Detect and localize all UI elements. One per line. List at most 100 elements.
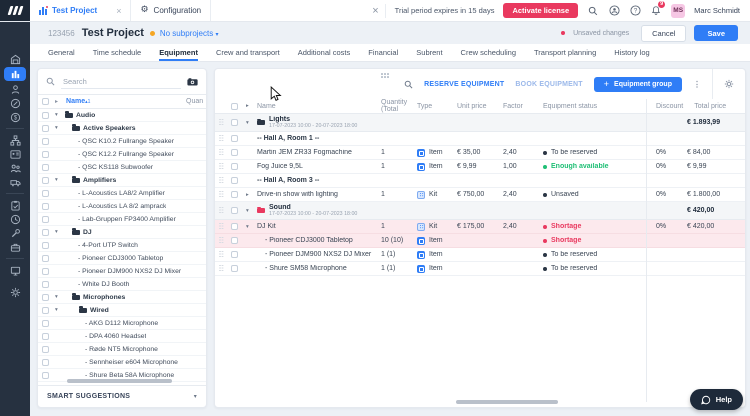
row-checkbox[interactable] xyxy=(231,119,238,126)
row-checkbox[interactable] xyxy=(42,151,49,158)
row-checkbox[interactable] xyxy=(231,135,238,142)
unit-price-column-header[interactable]: Unit price xyxy=(455,103,501,110)
crew-planner-icon[interactable] xyxy=(4,162,26,174)
tab-financial[interactable]: Financial xyxy=(368,44,398,61)
table-row[interactable]: ▾DJ Kit1Kit€ 175,002,40Shortage0%€ 420,0… xyxy=(215,220,745,234)
time-registration-icon[interactable] xyxy=(4,213,26,225)
row-checkbox[interactable] xyxy=(231,251,238,258)
tab-history-log[interactable]: History log xyxy=(614,44,649,61)
select-all-checkbox[interactable] xyxy=(42,98,49,105)
name-column-header[interactable]: Name xyxy=(66,98,85,105)
tasks-icon[interactable] xyxy=(4,199,26,211)
tab-equipment[interactable]: Equipment xyxy=(159,44,198,61)
row-checkbox[interactable] xyxy=(42,320,49,327)
chevron-down-icon[interactable]: ▾ xyxy=(55,112,65,118)
chevron-down-icon[interactable]: ▾ xyxy=(55,177,65,183)
row-checkbox[interactable] xyxy=(42,333,49,340)
close-icon[interactable]: × xyxy=(366,4,385,18)
quantity-column-header[interactable]: Quantity (Total xyxy=(373,99,417,113)
factor-column-header[interactable]: Factor xyxy=(501,103,539,110)
tree-item-row[interactable]: - Pioneer DJM900 NXS2 DJ Mixer xyxy=(38,265,206,278)
scanner-icon[interactable] xyxy=(187,78,198,86)
close-tab-icon[interactable]: × xyxy=(116,6,121,16)
tree-item-row[interactable]: - QSC KS118 Subwoofer xyxy=(38,161,206,174)
row-checkbox[interactable] xyxy=(231,265,238,272)
row-checkbox[interactable] xyxy=(42,138,49,145)
expand-all-icon[interactable]: ▸ xyxy=(243,103,257,109)
table-row[interactable]: ▾Lights17-07-2023 10:00 - 20-07-2023 18:… xyxy=(215,114,745,132)
table-row[interactable]: Fog Juice 9,5L1Item€ 9,991,00Enough avai… xyxy=(215,160,745,174)
horizontal-scrollbar[interactable] xyxy=(456,400,558,404)
discount-column-header[interactable]: Discount xyxy=(644,103,683,110)
tree-item-row[interactable]: - White DJ Booth xyxy=(38,278,206,291)
tree-item-row[interactable]: - QSC K12.2 Fullrange Speaker xyxy=(38,148,206,161)
window-tab-project[interactable]: Test Project × xyxy=(30,0,131,21)
row-checkbox[interactable] xyxy=(231,207,238,214)
status-column-header[interactable]: Equipment status xyxy=(539,103,644,110)
jobs-icon[interactable] xyxy=(4,241,26,253)
bell-icon[interactable]: 9 xyxy=(650,5,662,17)
row-checkbox[interactable] xyxy=(231,163,238,170)
row-checkbox[interactable] xyxy=(42,229,49,236)
cancel-button[interactable]: Cancel xyxy=(641,25,686,42)
tree-folder-row[interactable]: ▾Microphones xyxy=(38,291,206,304)
table-row[interactable]: Martin JEM ZR33 Fogmachine1Item€ 35,002,… xyxy=(215,146,745,160)
tree-item-row[interactable]: - Pioneer CDJ3000 Tabletop xyxy=(38,252,206,265)
row-checkbox[interactable] xyxy=(42,190,49,197)
chevron-down-icon[interactable]: ▾ xyxy=(55,125,65,131)
tab-additional-costs[interactable]: Additional costs xyxy=(298,44,351,61)
row-checkbox[interactable] xyxy=(231,149,238,156)
tree-item-row[interactable]: - Lab-Gruppen FP3400 Amplifier xyxy=(38,213,206,226)
total-price-column-header[interactable]: Total price xyxy=(683,103,745,110)
tab-general[interactable]: General xyxy=(48,44,75,61)
chevron-down-icon[interactable]: ▾ xyxy=(243,120,257,126)
help-icon[interactable]: ? xyxy=(629,5,641,17)
projects-icon[interactable] xyxy=(4,67,26,81)
chevron-down-icon[interactable]: ▾ xyxy=(243,208,257,214)
row-checkbox[interactable] xyxy=(231,237,238,244)
tree-item-row[interactable]: - AKG D112 Microphone xyxy=(38,317,206,330)
name-column-header[interactable]: Name xyxy=(257,103,373,110)
search-icon[interactable] xyxy=(404,80,413,89)
row-checkbox[interactable] xyxy=(42,307,49,314)
row-checkbox[interactable] xyxy=(42,359,49,366)
row-checkbox[interactable] xyxy=(42,177,49,184)
tab-transport-planning[interactable]: Transport planning xyxy=(534,44,596,61)
panel-drag-handle[interactable] xyxy=(381,73,391,79)
row-checkbox[interactable] xyxy=(42,372,49,379)
tree-folder-row[interactable]: ▾Wired xyxy=(38,304,206,317)
transport-icon[interactable] xyxy=(4,176,26,188)
horizontal-scrollbar[interactable] xyxy=(67,379,172,383)
tree-item-row[interactable]: - 4-Port UTP Switch xyxy=(38,239,206,252)
row-checkbox[interactable] xyxy=(231,191,238,198)
warehouse-icon[interactable] xyxy=(4,53,26,65)
chevron-down-icon[interactable]: ▾ xyxy=(55,294,65,300)
tree-folder-row[interactable]: ▾Audio xyxy=(38,109,206,122)
reserve-equipment-button[interactable]: RESERVE EQUIPMENT xyxy=(424,81,504,88)
row-checkbox[interactable] xyxy=(42,203,49,210)
row-checkbox[interactable] xyxy=(42,112,49,119)
window-tab-configuration[interactable]: ⚙ Configuration xyxy=(131,0,211,21)
table-row[interactable]: - Pioneer DJM900 NXS2 DJ Mixer1 (1)ItemT… xyxy=(215,248,745,262)
rentman-logo[interactable] xyxy=(0,0,30,21)
tree-item-row[interactable]: - DPA 4060 Headset xyxy=(38,330,206,343)
tab-crew-and-transport[interactable]: Crew and transport xyxy=(216,44,280,61)
smart-suggestions-bar[interactable]: SMART SUGGESTIONS ▾ xyxy=(38,385,206,407)
chevron-down-icon[interactable]: ▾ xyxy=(55,229,65,235)
row-checkbox[interactable] xyxy=(42,255,49,262)
chevron-down-icon[interactable]: ▾ xyxy=(243,224,257,230)
select-all-checkbox[interactable] xyxy=(231,103,238,110)
subprojects-dropdown[interactable]: No subprojects ▾ xyxy=(160,29,219,38)
equipment-tree-icon[interactable] xyxy=(4,134,26,146)
search-icon[interactable] xyxy=(587,5,599,17)
row-checkbox[interactable] xyxy=(231,177,238,184)
tree-item-row[interactable]: - L-Acoustics LA8/2 Amplifier xyxy=(38,187,206,200)
row-checkbox[interactable] xyxy=(42,346,49,353)
tab-subrent[interactable]: Subrent xyxy=(416,44,442,61)
add-equipment-group-button[interactable]: + Equipment group xyxy=(594,77,682,92)
user-name[interactable]: Marc Schmidt xyxy=(694,6,740,15)
tab-time-schedule[interactable]: Time schedule xyxy=(93,44,142,61)
table-row[interactable]: - Pioneer CDJ3000 Tabletop10 (10)ItemSho… xyxy=(215,234,745,248)
row-checkbox[interactable] xyxy=(42,294,49,301)
row-checkbox[interactable] xyxy=(42,268,49,275)
